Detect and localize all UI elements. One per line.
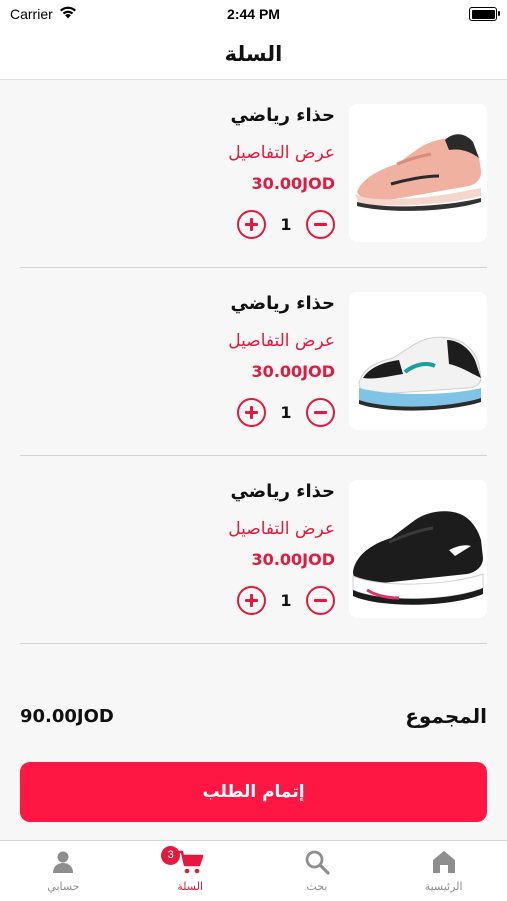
tab-account[interactable]: حسابي: [0, 841, 127, 901]
view-details-link[interactable]: عرض التفاصيل: [228, 328, 335, 354]
increase-quantity-button[interactable]: [237, 398, 266, 427]
tab-label: السلة: [177, 880, 204, 893]
cart-item: حذاء رياضي عرض التفاصيل 30.00JOD 1: [20, 80, 487, 268]
tab-label: حسابي: [47, 880, 80, 893]
white-teal-sneaker-image[interactable]: [349, 292, 487, 430]
tab-home[interactable]: الرئيسية: [380, 841, 507, 901]
plus-icon-vertical: [250, 594, 253, 607]
item-name: حذاء رياضي: [230, 293, 336, 314]
nav-bar: السلة: [0, 28, 507, 80]
status-left: Carrier: [0, 6, 77, 22]
item-info: حذاء رياضي عرض التفاصيل 30.00JOD: [228, 478, 335, 572]
search-icon: [303, 848, 331, 876]
home-icon: [430, 848, 458, 876]
item-info: حذاء رياضي عرض التفاصيل 30.00JOD: [228, 102, 335, 196]
page-title: السلة: [224, 41, 283, 66]
view-details-link[interactable]: عرض التفاصيل: [228, 516, 335, 542]
status-bar: Carrier 2:44 PM: [0, 0, 507, 28]
plus-icon-vertical: [250, 406, 253, 419]
item-price: 30.00JOD: [251, 362, 335, 381]
total-row: المجموع 90.00JOD: [20, 704, 487, 736]
decrease-quantity-button[interactable]: [306, 398, 335, 427]
person-icon: [49, 848, 77, 876]
total-label: المجموع: [405, 704, 487, 728]
wifi-icon: [59, 6, 77, 22]
decrease-quantity-button[interactable]: [306, 210, 335, 239]
cart-list: حذاء رياضي عرض التفاصيل 30.00JOD 1 حذاء …: [20, 80, 487, 644]
item-price: 30.00JOD: [251, 174, 335, 193]
battery-level: [471, 9, 495, 19]
carrier-label: Carrier: [10, 6, 53, 22]
pink-sneaker-image[interactable]: [349, 104, 487, 242]
checkout-button[interactable]: إتمام الطلب: [20, 762, 487, 822]
minus-icon: [314, 223, 327, 226]
tab-label: الرئيسية: [424, 880, 463, 893]
quantity-stepper: 1: [237, 586, 335, 615]
plus-icon-vertical: [250, 218, 253, 231]
cart-item: حذاء رياضي عرض التفاصيل 30.00JOD 1: [20, 456, 487, 644]
minus-icon: [314, 411, 327, 414]
increase-quantity-button[interactable]: [237, 210, 266, 239]
black-sneaker-image[interactable]: [349, 480, 487, 618]
increase-quantity-button[interactable]: [237, 586, 266, 615]
quantity-stepper: 1: [237, 210, 335, 239]
minus-icon: [314, 599, 327, 602]
quantity-value: 1: [280, 403, 292, 422]
total-value: 90.00JOD: [20, 706, 114, 727]
cart-item: حذاء رياضي عرض التفاصيل 30.00JOD 1: [20, 268, 487, 456]
tab-search[interactable]: بحث: [254, 841, 381, 901]
tab-cart[interactable]: 3 السلة: [127, 841, 254, 901]
cart-icon: 3: [161, 846, 204, 876]
cart-badge: 3: [161, 846, 181, 865]
decrease-quantity-button[interactable]: [306, 586, 335, 615]
item-price: 30.00JOD: [251, 550, 335, 569]
quantity-value: 1: [280, 215, 292, 234]
quantity-value: 1: [280, 591, 292, 610]
tab-bar: الرئيسية بحث 3 السلة حسابي: [0, 840, 507, 901]
view-details-link[interactable]: عرض التفاصيل: [228, 140, 335, 166]
item-name: حذاء رياضي: [230, 105, 336, 126]
item-info: حذاء رياضي عرض التفاصيل 30.00JOD: [228, 290, 335, 384]
battery-icon: [469, 7, 500, 21]
tab-label: بحث: [306, 880, 328, 893]
item-name: حذاء رياضي: [230, 481, 336, 502]
quantity-stepper: 1: [237, 398, 335, 427]
